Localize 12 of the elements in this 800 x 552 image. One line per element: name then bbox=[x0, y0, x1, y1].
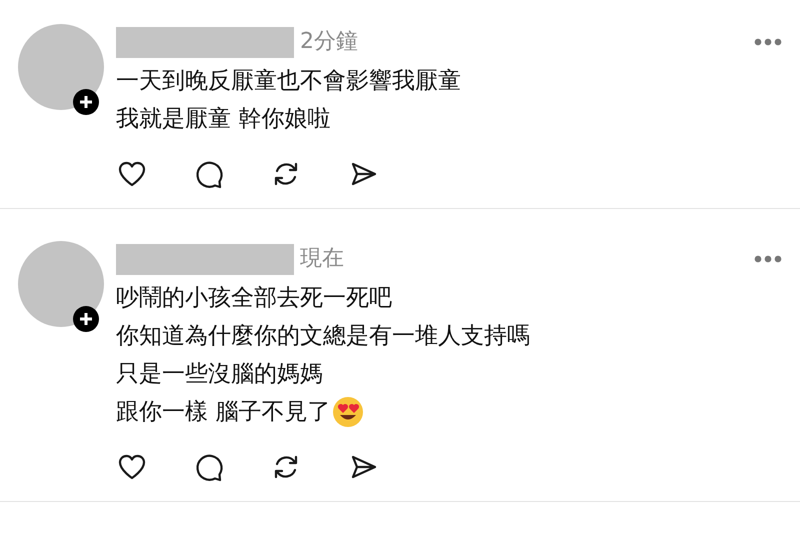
post-time: 2分鐘 bbox=[300, 31, 358, 53]
post-text: 跟你一樣 腦子不見了 bbox=[116, 398, 330, 427]
more-options-icon[interactable] bbox=[754, 255, 782, 263]
post-time: 現在 bbox=[300, 248, 344, 270]
post-text: 吵鬧的小孩全部去死一死吧 bbox=[116, 284, 392, 313]
follow-plus-icon[interactable] bbox=[72, 305, 100, 333]
more-options-icon[interactable] bbox=[754, 38, 782, 46]
follow-plus-icon[interactable] bbox=[72, 88, 100, 116]
post-text: 你知道為什麼你的文總是有一堆人支持嗎 bbox=[116, 322, 530, 351]
post-text: 只是一些沒腦的媽媽 bbox=[116, 360, 323, 389]
post-text: 我就是厭童 幹你娘啦 bbox=[116, 105, 330, 134]
post-text: 一天到晚反厭童也不會影響我厭童 bbox=[116, 67, 461, 96]
